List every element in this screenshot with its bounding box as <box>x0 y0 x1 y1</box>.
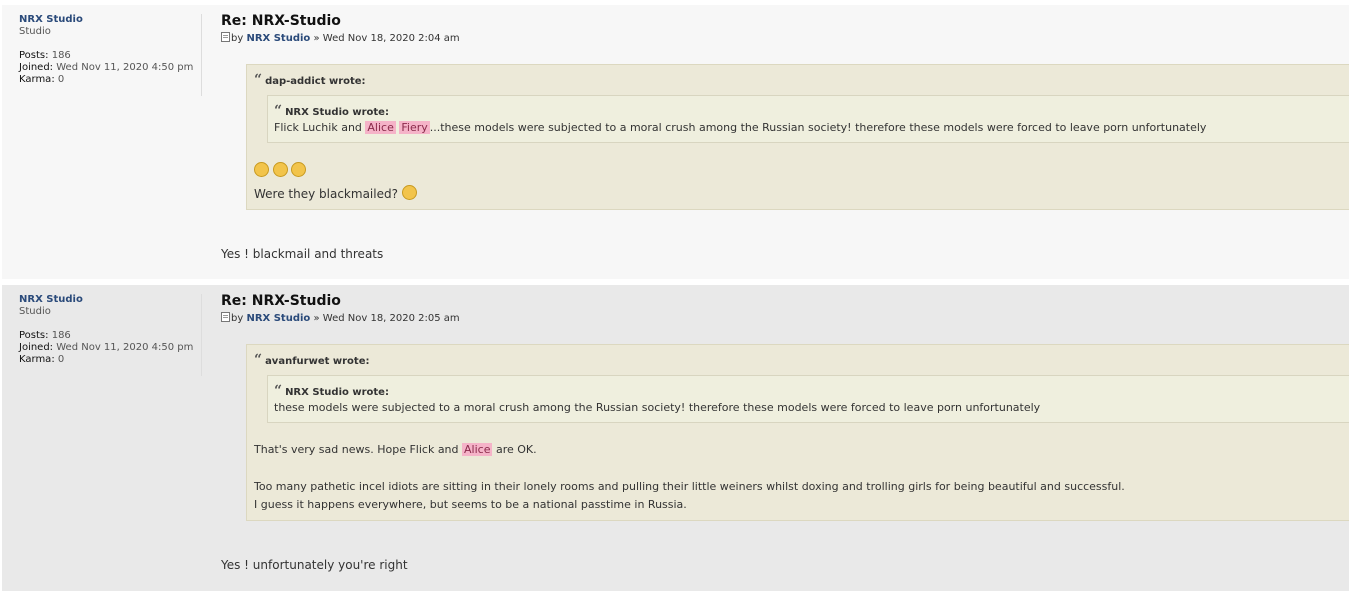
joined-row: Joined: Wed Nov 11, 2020 4:50 pm <box>19 62 202 74</box>
posts-count: 186 <box>51 330 71 341</box>
blockquote: “dap-addict wrote: “NRX Studio wrote: Fl… <box>246 64 1349 210</box>
quote-cite-text: NRX Studio wrote: <box>285 387 389 398</box>
joined-label: Joined: <box>19 62 54 73</box>
post-reply-text: Yes ! unfortunately you're right <box>221 558 408 572</box>
post-author-line: by NRX Studio » Wed Nov 18, 2020 2:04 am <box>221 32 1349 44</box>
quote-cite: “avanfurwet wrote: <box>254 352 369 368</box>
emoji-row <box>254 162 306 178</box>
confused-smiley-icon <box>401 185 417 200</box>
post-body: Re: NRX-Studio by NRX Studio » Wed Nov 1… <box>221 13 1349 44</box>
nested-blockquote: “NRX Studio wrote: Flick Luchik and Alic… <box>267 95 1349 143</box>
quote-cite: “NRX Studio wrote: <box>274 103 389 119</box>
quote-text-part: are OK. <box>492 443 537 456</box>
karma-row: Karma: 0 <box>19 74 202 86</box>
post-title[interactable]: Re: NRX-Studio <box>221 13 1349 29</box>
username-link[interactable]: NRX Studio <box>19 14 202 26</box>
joined-row: Joined: Wed Nov 11, 2020 4:50 pm <box>19 342 202 354</box>
highlight-keyword: Alice <box>365 121 396 134</box>
quote-cite-text: dap-addict wrote: <box>265 76 366 87</box>
by-label: by <box>231 313 244 324</box>
post: NRX Studio Studio Posts: 186 Joined: Wed… <box>2 285 1349 591</box>
post-author-link[interactable]: NRX Studio <box>246 33 310 44</box>
user-rank: Studio <box>19 306 51 317</box>
profile-divider <box>201 14 202 96</box>
quote-mark-icon: “ <box>254 72 263 88</box>
quote-text: Flick Luchik and Alice Fiery ...these mod… <box>274 121 1206 134</box>
quote-mark-icon: “ <box>274 103 283 119</box>
joined-date: Wed Nov 11, 2020 4:50 pm <box>56 62 194 73</box>
quote-text: That's very sad news. Hope Flick and Ali… <box>254 443 537 456</box>
confused-smiley-icon <box>291 162 306 177</box>
angry-smiley-icon <box>254 162 269 177</box>
post-icon[interactable] <box>221 32 230 42</box>
quote-text: Were they blackmailed? <box>254 185 417 201</box>
post-reply-text: Yes ! blackmail and threats <box>221 247 384 261</box>
blockquote: “avanfurwet wrote: “NRX Studio wrote: th… <box>246 344 1349 521</box>
quote-cite: “NRX Studio wrote: <box>274 383 389 399</box>
nested-blockquote: “NRX Studio wrote: these models were sub… <box>267 375 1349 423</box>
post-author-link[interactable]: NRX Studio <box>246 313 310 324</box>
karma-label: Karma: <box>19 74 55 85</box>
quote-text: Too many pathetic incel idiots are sitti… <box>254 480 1125 493</box>
posts-label: Posts: <box>19 330 49 341</box>
quote-text: these models were subjected to a moral c… <box>274 401 1041 414</box>
angry-smiley-icon <box>272 162 288 177</box>
quote-text-part: ...these models were subjected to a mora… <box>429 121 1207 134</box>
post-icon[interactable] <box>221 312 230 322</box>
highlight-keyword: Alice <box>462 443 493 456</box>
post-title[interactable]: Re: NRX-Studio <box>221 293 1349 309</box>
joined-label: Joined: <box>19 342 54 353</box>
post-profile: NRX Studio Studio Posts: 186 Joined: Wed… <box>19 14 202 86</box>
quote-cite: “dap-addict wrote: <box>254 72 366 88</box>
by-label: by <box>231 33 244 44</box>
quote-mark-icon: “ <box>274 383 283 399</box>
quote-cite-text: NRX Studio wrote: <box>285 107 389 118</box>
post-author-line: by NRX Studio » Wed Nov 18, 2020 2:05 am <box>221 312 1349 324</box>
profile-divider <box>201 294 202 376</box>
quote-cite-text: avanfurwet wrote: <box>265 356 370 367</box>
username-link[interactable]: NRX Studio <box>19 294 202 306</box>
post-date: Wed Nov 18, 2020 2:04 am <box>322 33 460 44</box>
post-body: Re: NRX-Studio by NRX Studio » Wed Nov 1… <box>221 293 1349 324</box>
post-profile: NRX Studio Studio Posts: 186 Joined: Wed… <box>19 294 202 366</box>
quote-text-part: Were they blackmailed? <box>254 187 398 201</box>
karma-row: Karma: 0 <box>19 354 202 366</box>
quote-mark-icon: “ <box>254 352 263 368</box>
user-rank: Studio <box>19 26 51 37</box>
posts-count-row: Posts: 186 <box>19 50 202 62</box>
joined-date: Wed Nov 11, 2020 4:50 pm <box>56 342 194 353</box>
quote-text-part: That's very sad news. Hope Flick and <box>254 443 463 456</box>
post: NRX Studio Studio Posts: 186 Joined: Wed… <box>2 5 1349 279</box>
quote-text-part: Flick Luchik and <box>274 121 366 134</box>
post-date: Wed Nov 18, 2020 2:05 am <box>322 313 460 324</box>
highlight-keyword: Fiery <box>399 121 430 134</box>
karma-label: Karma: <box>19 354 55 365</box>
karma-value: 0 <box>57 74 65 85</box>
quote-text: I guess it happens everywhere, but seems… <box>254 498 687 511</box>
posts-count-row: Posts: 186 <box>19 330 202 342</box>
separator: » <box>313 313 320 324</box>
separator: » <box>313 33 320 44</box>
karma-value: 0 <box>57 354 65 365</box>
posts-count: 186 <box>51 50 71 61</box>
posts-label: Posts: <box>19 50 49 61</box>
